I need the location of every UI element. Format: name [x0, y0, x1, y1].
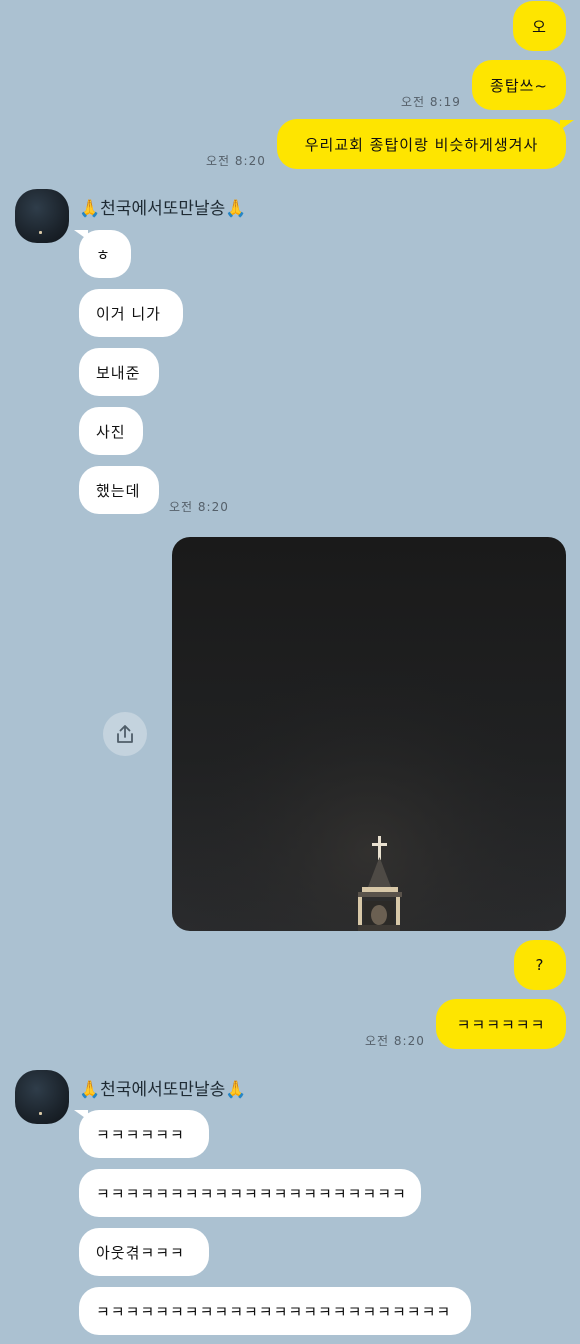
their-message[interactable]: ㅎ	[79, 230, 131, 278]
their-message[interactable]: 보내준	[79, 348, 159, 396]
my-message[interactable]: ?	[514, 940, 566, 990]
timestamp: 오전 8:19	[401, 95, 461, 109]
their-message[interactable]: 했는데	[79, 466, 159, 514]
share-button[interactable]	[103, 712, 147, 756]
my-message[interactable]: 종탑쓰~	[472, 60, 566, 110]
share-icon	[117, 725, 133, 743]
avatar[interactable]	[15, 189, 69, 243]
their-message[interactable]: 이거 니가	[79, 289, 183, 337]
timestamp: 오전 8:20	[169, 500, 229, 514]
sender-name: 🙏천국에서또만날송🙏	[79, 194, 246, 219]
their-message[interactable]: ㅋㅋㅋㅋㅋㅋㅋㅋㅋㅋㅋㅋㅋㅋㅋㅋㅋㅋㅋㅋㅋㅋㅋㅋ	[79, 1287, 471, 1335]
their-message[interactable]: 사진	[79, 407, 143, 455]
bell-tower-image	[172, 537, 566, 931]
sender-name-text: 천국에서또만날송	[100, 1080, 226, 1100]
my-message[interactable]: 오	[513, 1, 566, 51]
praying-hands-icon: 🙏	[225, 1080, 247, 1100]
their-message[interactable]: ㅋㅋㅋㅋㅋㅋㅋㅋㅋㅋㅋㅋㅋㅋㅋㅋㅋㅋㅋㅋㅋ	[79, 1169, 421, 1217]
sender-name-text: 천국에서또만날송	[100, 199, 226, 219]
praying-hands-icon: 🙏	[79, 199, 101, 219]
timestamp: 오전 8:20	[365, 1034, 425, 1048]
photo-message[interactable]	[172, 537, 566, 931]
avatar-light	[39, 1112, 42, 1115]
bubble-tail	[560, 120, 574, 130]
their-message[interactable]: ㅋㅋㅋㅋㅋㅋ	[79, 1110, 209, 1158]
sender-name: 🙏천국에서또만날송🙏	[79, 1075, 246, 1100]
praying-hands-icon: 🙏	[79, 1080, 101, 1100]
their-message[interactable]: 아웃겪ㅋㅋㅋ	[79, 1228, 209, 1276]
avatar-light	[39, 231, 42, 234]
my-message[interactable]: 우리교회 종탑이랑 비슷하게생겨사	[277, 119, 566, 169]
timestamp: 오전 8:20	[206, 154, 266, 168]
praying-hands-icon: 🙏	[225, 199, 247, 219]
my-message[interactable]: ㅋㅋㅋㅋㅋㅋ	[436, 999, 566, 1049]
avatar[interactable]	[15, 1070, 69, 1124]
